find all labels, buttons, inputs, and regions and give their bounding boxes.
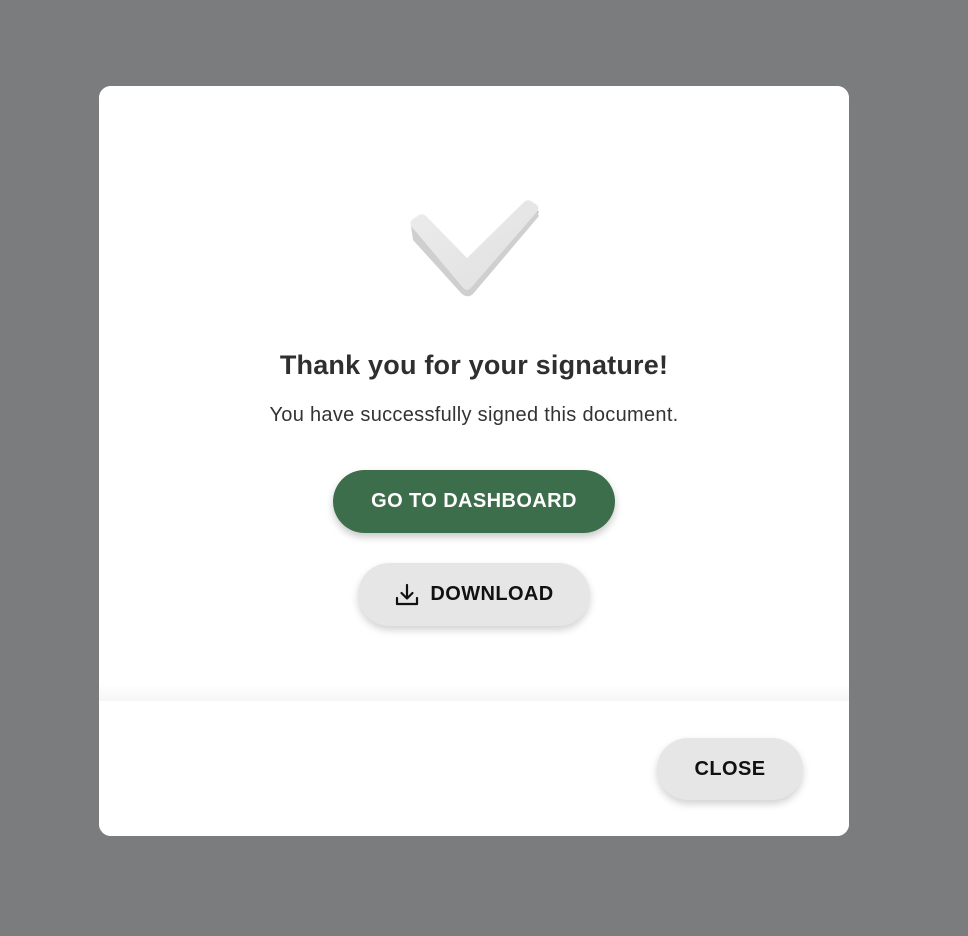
checkmark-icon bbox=[405, 196, 545, 306]
close-label: CLOSE bbox=[694, 757, 766, 780]
dialog-body: Thank you for your signature! You have s… bbox=[99, 86, 849, 702]
signature-success-dialog: Thank you for your signature! You have s… bbox=[99, 86, 849, 836]
go-to-dashboard-label: GO TO DASHBOARD bbox=[371, 490, 577, 512]
go-to-dashboard-button[interactable]: GO TO DASHBOARD bbox=[333, 470, 615, 533]
download-label: DOWNLOAD bbox=[430, 583, 554, 605]
download-button[interactable]: DOWNLOAD bbox=[358, 563, 590, 626]
dialog-title: Thank you for your signature! bbox=[279, 350, 669, 380]
footer-divider bbox=[99, 684, 849, 702]
close-button[interactable]: CLOSE bbox=[657, 738, 803, 800]
download-icon bbox=[394, 582, 420, 608]
dialog-footer: CLOSE bbox=[99, 701, 849, 836]
dialog-subtitle: You have successfully signed this docume… bbox=[269, 404, 679, 426]
